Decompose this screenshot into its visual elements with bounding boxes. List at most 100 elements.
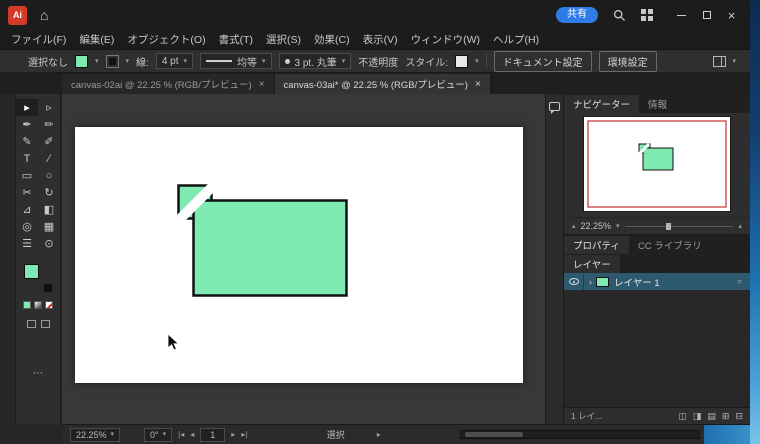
scrollbar-thumb[interactable]	[465, 432, 523, 437]
menu-type[interactable]: 書式(T)	[219, 32, 253, 47]
tab-layers[interactable]: レイヤー	[564, 255, 620, 273]
rectangle-tool[interactable]: ▭	[16, 167, 38, 184]
menu-help[interactable]: ヘルプ(H)	[493, 32, 539, 47]
artboard[interactable]	[75, 127, 523, 383]
scissors-tool[interactable]: ✂	[16, 184, 38, 201]
gradient-swatch-button[interactable]	[34, 301, 42, 309]
navigator-preview[interactable]	[583, 116, 731, 212]
zoom-out-icon[interactable]: ▴	[572, 223, 576, 230]
zoom-level-dropdown[interactable]: 22.25% ▾	[70, 428, 120, 442]
menu-view[interactable]: 表示(V)	[363, 32, 398, 47]
rotate-tool[interactable]: ↻	[38, 184, 60, 201]
menu-window[interactable]: ウィンドウ(W)	[411, 32, 480, 47]
last-artboard-button[interactable]: ▸|	[241, 430, 247, 439]
first-artboard-button[interactable]: |◂	[178, 430, 184, 439]
zoom-dropdown-caret-icon: ▾	[111, 431, 115, 438]
new-layer-icon[interactable]: ⊞	[722, 411, 730, 422]
close-button[interactable]: ×	[719, 0, 744, 30]
menu-effect[interactable]: 効果(C)	[314, 32, 350, 47]
type-tool[interactable]: T	[16, 150, 38, 167]
minimize-button[interactable]	[669, 0, 694, 30]
delete-layer-icon[interactable]: ⊟	[735, 411, 743, 422]
zoom-in-icon[interactable]: ▴	[738, 223, 742, 230]
style-caret-icon[interactable]: ▾	[475, 58, 479, 65]
brush-dropdown[interactable]: 3 pt. 丸筆 ▾	[279, 53, 352, 69]
panel-arrangement-caret-icon[interactable]: ▾	[732, 58, 736, 65]
previous-artboard-button[interactable]: ◂	[190, 430, 194, 439]
stroke-color-swatch[interactable]	[106, 55, 119, 68]
menu-edit[interactable]: 編集(E)	[79, 32, 114, 47]
zoom-tool[interactable]: ⊙	[38, 235, 60, 252]
scale-tool[interactable]: ⊿	[16, 201, 38, 218]
layer-row[interactable]: › レイヤー 1 ○	[564, 273, 750, 290]
fill-color-swatch[interactable]	[75, 55, 88, 68]
rotation-dropdown[interactable]: 0° ▾	[144, 428, 172, 442]
mask-icon[interactable]: ◨	[693, 411, 702, 422]
share-button[interactable]: 共有	[556, 7, 598, 23]
search-icon[interactable]	[613, 9, 626, 22]
fill-well[interactable]	[24, 264, 39, 279]
hand-tool[interactable]: ☰	[16, 235, 38, 252]
document-setup-button[interactable]: ドキュメント設定	[494, 51, 592, 72]
canvas[interactable]	[62, 94, 545, 424]
tab-close-icon[interactable]: ×	[259, 79, 265, 90]
workspace-apps-icon[interactable]	[641, 9, 653, 21]
direct-selection-tool[interactable]: ▹	[38, 99, 60, 116]
edit-toolbar-button[interactable]: ⋯	[33, 368, 43, 379]
tab-info[interactable]: 情報	[639, 95, 676, 113]
eyedropper-tool[interactable]: ◎	[16, 218, 38, 235]
pen-tool[interactable]: ✒	[16, 116, 38, 133]
pencil-tool[interactable]: ✐	[38, 133, 60, 150]
panel-arrangement-icon[interactable]	[713, 56, 726, 67]
tab-close-icon[interactable]: ×	[475, 79, 481, 90]
opacity-label[interactable]: 不透明度	[358, 54, 398, 69]
status-popup-icon[interactable]: ▸	[377, 430, 381, 439]
color-swatch-button[interactable]	[23, 301, 31, 309]
artboard-tool[interactable]: ▦	[38, 218, 60, 235]
line-tool[interactable]: ∕	[38, 150, 60, 167]
width-profile-dropdown[interactable]: 均等 ▾	[200, 53, 272, 69]
tab-cc-libraries[interactable]: CC ライブラリ	[629, 236, 711, 254]
visibility-cell[interactable]	[564, 273, 584, 290]
horizontal-scrollbar[interactable]	[460, 430, 700, 439]
fill-caret-icon[interactable]: ▾	[95, 58, 99, 65]
tab-navigator[interactable]: ナビゲーター	[564, 95, 639, 113]
zoom-slider[interactable]	[625, 226, 734, 227]
artboard-number-field[interactable]: 1	[200, 428, 225, 442]
draw-behind-icon[interactable]	[41, 320, 50, 328]
zoom-value-caret-icon[interactable]: ▾	[616, 223, 620, 230]
navigator-zoom-value[interactable]: 22.25%	[581, 221, 612, 231]
layer-thumbnail[interactable]	[596, 277, 609, 287]
stroke-well[interactable]	[44, 284, 52, 292]
layer-name[interactable]: レイヤー 1	[614, 275, 660, 289]
brush-tool[interactable]: ✎	[16, 133, 38, 150]
document-tab-canvas-02[interactable]: canvas-02ai @ 22.25 % (RGB/プレビュー) ×	[62, 74, 275, 94]
tab-properties[interactable]: プロパティ	[564, 236, 629, 254]
stroke-width-dropdown[interactable]: 4 pt ▾	[156, 53, 193, 69]
menu-file[interactable]: ファイル(F)	[11, 32, 66, 47]
document-tab-canvas-03[interactable]: canvas-03ai* @ 22.25 % (RGB/プレビュー) ×	[275, 74, 491, 94]
draw-normal-icon[interactable]	[27, 320, 36, 328]
large-rectangle-shape[interactable]	[194, 201, 347, 296]
none-swatch-button[interactable]	[45, 301, 53, 309]
curvature-tool[interactable]: ✏	[38, 116, 60, 133]
maximize-button[interactable]	[694, 0, 719, 30]
selection-tool[interactable]: ▸	[16, 99, 38, 116]
menu-select[interactable]: 選択(S)	[266, 32, 301, 47]
menu-object[interactable]: オブジェクト(O)	[127, 32, 205, 47]
new-sublayer-icon[interactable]: ▤	[707, 411, 716, 422]
style-swatch[interactable]	[455, 55, 468, 68]
zoom-slider-thumb[interactable]	[666, 223, 671, 230]
comment-icon[interactable]	[549, 102, 560, 111]
ellipse-tool[interactable]: ○	[38, 167, 60, 184]
illustrator-app-icon[interactable]: Ai	[8, 6, 27, 25]
next-artboard-button[interactable]: ▸	[231, 430, 235, 439]
expand-chevron-icon[interactable]: ›	[589, 277, 592, 287]
color-mode-swatches	[23, 301, 53, 309]
stroke-caret-icon[interactable]: ▾	[126, 58, 130, 65]
layer-target-icon[interactable]: ○	[737, 277, 742, 286]
preferences-button[interactable]: 環境設定	[599, 51, 657, 72]
home-icon[interactable]: ⌂	[40, 8, 48, 22]
collect-icon[interactable]: ◫	[678, 411, 687, 422]
gradient-tool[interactable]: ◧	[38, 201, 60, 218]
